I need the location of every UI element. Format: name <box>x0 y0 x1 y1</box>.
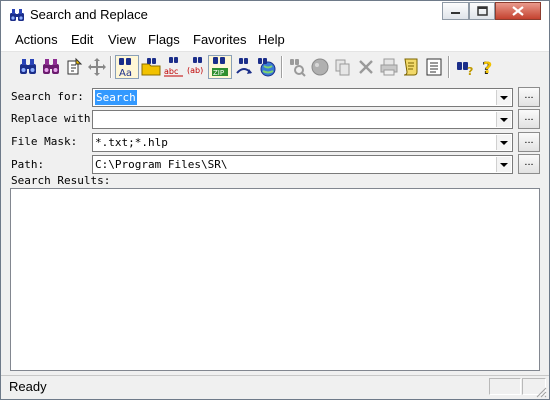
menu-favorites[interactable]: Favorites <box>193 32 246 47</box>
search-for-value: Search <box>95 90 137 105</box>
maximize-icon <box>477 6 488 16</box>
svg-text:?: ? <box>483 58 492 77</box>
chevron-down-icon[interactable] <box>496 90 511 105</box>
list-icon[interactable] <box>422 55 446 79</box>
ab-brackets-icon[interactable]: (ab) <box>185 55 209 79</box>
script-icon[interactable] <box>399 55 423 79</box>
status-bar: Ready <box>1 375 549 399</box>
toolbar: Aa abc (ab) ZIP ? ? ? <box>1 52 549 82</box>
search-for-label: Search for: <box>11 90 84 103</box>
resize-grip-icon[interactable] <box>535 386 547 398</box>
stop-icon <box>308 55 332 79</box>
print-icon <box>377 55 401 79</box>
svg-text:ZIP: ZIP <box>213 69 224 77</box>
status-pane <box>489 378 521 395</box>
replace-with-label: Replace with: <box>11 112 98 125</box>
copy-icon <box>331 55 355 79</box>
svg-text:?: ? <box>467 65 473 78</box>
move-icon[interactable] <box>85 55 109 79</box>
chevron-down-icon[interactable] <box>496 135 511 150</box>
maximize-button[interactable] <box>469 2 495 20</box>
toolbar-separator <box>448 56 450 78</box>
abc-replace-icon[interactable]: abc <box>162 55 186 79</box>
chevron-down-icon[interactable] <box>496 157 511 172</box>
menu-actions[interactable]: Actions <box>15 32 58 47</box>
replace-with-combobox[interactable] <box>92 110 513 129</box>
help-question-icon[interactable]: ?? <box>476 55 500 79</box>
close-icon <box>512 6 524 16</box>
binoculars-app-icon <box>9 7 25 23</box>
file-mask-combobox[interactable]: *.txt;*.hlp <box>92 133 513 152</box>
svg-text:Aa: Aa <box>119 68 132 78</box>
search-for-browse-button[interactable]: ... <box>518 87 540 107</box>
status-text: Ready <box>9 379 47 394</box>
search-results-label: Search Results: <box>11 174 111 187</box>
search-results-list[interactable] <box>10 188 540 371</box>
web-search-icon[interactable] <box>255 55 279 79</box>
file-mask-label: File Mask: <box>11 135 78 148</box>
title-bar[interactable]: Search and Replace <box>1 1 549 30</box>
binoculars-replace-icon[interactable] <box>39 55 63 79</box>
search-for-combobox[interactable]: Search <box>92 88 513 107</box>
minimize-icon <box>451 12 460 14</box>
menu-flags[interactable]: Flags <box>148 32 180 47</box>
path-label: Path: <box>11 158 45 171</box>
window-title: Search and Replace <box>30 7 148 22</box>
app-window: Search and Replace Actions Edit View Fla… <box>0 0 550 400</box>
replace-arrows-icon[interactable] <box>232 55 256 79</box>
minimize-button[interactable] <box>442 2 469 20</box>
close-button[interactable] <box>495 2 541 20</box>
match-case-icon[interactable]: Aa <box>115 55 139 79</box>
toolbar-separator <box>110 56 112 78</box>
toolbar-separator <box>281 56 283 78</box>
menu-view[interactable]: View <box>108 32 136 47</box>
svg-text:abc: abc <box>164 67 178 76</box>
path-combobox[interactable]: C:\Program Files\SR\ <box>92 155 513 174</box>
menu-edit[interactable]: Edit <box>71 32 93 47</box>
menu-bar: Actions Edit View Flags Favorites Help <box>1 30 549 52</box>
file-mask-value: *.txt;*.hlp <box>95 136 168 149</box>
zip-search-icon[interactable]: ZIP <box>208 55 232 79</box>
file-mask-browse-button[interactable]: ... <box>518 132 540 152</box>
magnifier-find-icon <box>285 55 309 79</box>
delete-icon <box>354 55 378 79</box>
path-value: C:\Program Files\SR\ <box>95 158 228 171</box>
svg-text:(ab): (ab) <box>187 66 203 75</box>
path-browse-button[interactable]: ... <box>518 154 540 174</box>
replace-with-browse-button[interactable]: ... <box>518 109 540 129</box>
open-file-icon[interactable] <box>62 55 86 79</box>
search-folder-icon[interactable] <box>139 55 163 79</box>
binoculars-search-icon[interactable] <box>16 55 40 79</box>
menu-help[interactable]: Help <box>258 32 285 47</box>
help-binoculars-icon[interactable]: ? <box>453 55 477 79</box>
chevron-down-icon[interactable] <box>496 112 511 127</box>
